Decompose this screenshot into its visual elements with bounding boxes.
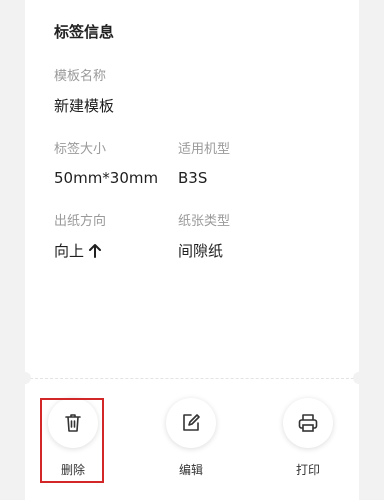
paper-direction-value: 向上 (54, 242, 85, 260)
edit-icon (183, 414, 200, 431)
delete-highlight-box (40, 398, 104, 483)
left-notch (19, 372, 31, 384)
edit-label: 编辑 (178, 463, 203, 477)
right-notch (353, 372, 365, 384)
model-label: 适用机型 (178, 142, 231, 157)
edit-circle[interactable] (166, 398, 216, 448)
template-name-label: 模板名称 (54, 69, 107, 84)
arrow-up-icon (89, 243, 102, 258)
print-label: 打印 (295, 463, 320, 477)
perforation-divider (25, 378, 359, 379)
model-value: B3S (178, 169, 208, 187)
print-button[interactable]: 打印 (278, 398, 338, 478)
paper-direction-label: 出纸方向 (54, 214, 107, 229)
paper-type-label: 纸张类型 (178, 214, 231, 229)
printer-icon (298, 414, 318, 432)
label-size-label: 标签大小 (54, 142, 107, 157)
label-size-value: 50mm*30mm (54, 169, 159, 187)
print-circle[interactable] (283, 398, 333, 448)
paper-type-value: 间隙纸 (178, 242, 224, 260)
paper-direction-row: 向上 (54, 240, 102, 261)
edit-button[interactable]: 编辑 (161, 398, 221, 478)
section-title: 标签信息 (54, 23, 115, 41)
template-name-value: 新建模板 (54, 97, 115, 115)
